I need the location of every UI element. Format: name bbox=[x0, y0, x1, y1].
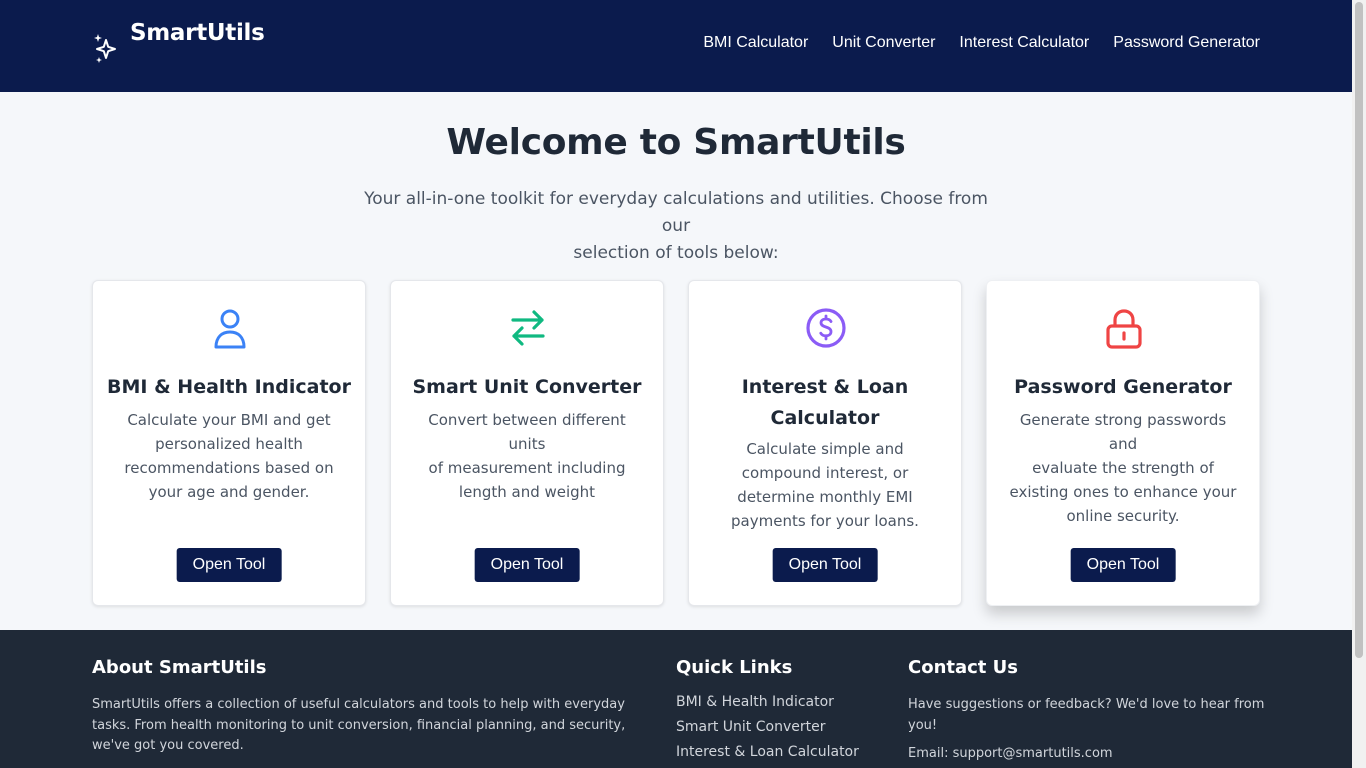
footer-about-line: we've got you covered. bbox=[92, 738, 244, 753]
footer-contact-text: Have suggestions or feedback? We'd love … bbox=[908, 695, 1288, 736]
card-description: Generate strong passwords and evaluate t… bbox=[1007, 408, 1239, 528]
site-header: SmartUtils BMI Calculator Unit Converter… bbox=[0, 0, 1352, 92]
footer-link-bmi[interactable]: BMI & Health Indicator bbox=[676, 694, 834, 710]
footer-contact-email: Email: support@smartutils.com bbox=[908, 746, 1113, 761]
card-description-line: Convert between different units bbox=[428, 411, 626, 453]
page-subtitle-line-1: Your all-in-one toolkit for everyday cal… bbox=[364, 189, 988, 236]
footer-about-text: SmartUtils offers a collection of useful… bbox=[92, 695, 652, 757]
card-title: Smart Unit Converter bbox=[401, 372, 653, 403]
card-title-line: Password Generator bbox=[1014, 376, 1232, 398]
card-title-line: BMI & Health Indicator bbox=[107, 376, 351, 398]
footer-link-item: Interest & Loan Calculator bbox=[676, 741, 859, 766]
user-icon bbox=[214, 309, 246, 349]
card-description-line: recommendations based on bbox=[124, 459, 334, 477]
card-description-line: of measurement including bbox=[428, 459, 626, 477]
site-footer: About SmartUtils SmartUtils offers a col… bbox=[0, 630, 1352, 768]
main-nav: BMI Calculator Unit Converter Interest C… bbox=[703, 34, 1260, 52]
footer-about-heading: About SmartUtils bbox=[92, 657, 267, 678]
page-subtitle-line-2: selection of tools below: bbox=[573, 243, 779, 263]
footer-quick-links: BMI & Health Indicator Smart Unit Conver… bbox=[676, 691, 859, 766]
card-description-line: Calculate simple and bbox=[746, 440, 904, 458]
footer-about-line: tasks. From health monitoring to unit co… bbox=[92, 717, 626, 733]
nav-link-unit-converter[interactable]: Unit Converter bbox=[832, 34, 935, 52]
card-description-line: evaluate the strength of bbox=[1032, 459, 1214, 477]
tool-card-password-generator: Password Generator Generate strong passw… bbox=[986, 280, 1260, 606]
card-description-line: payments for your loans. bbox=[731, 512, 919, 530]
card-title-line: Smart Unit Converter bbox=[412, 376, 642, 398]
brand-logo-link[interactable]: SmartUtils bbox=[92, 20, 265, 66]
tool-card-interest-loan: Interest & Loan Calculator Calculate sim… bbox=[688, 280, 962, 606]
nav-link-interest-calculator[interactable]: Interest Calculator bbox=[959, 34, 1089, 52]
tool-card-unit-converter: Smart Unit Converter Convert between dif… bbox=[390, 280, 664, 606]
card-description-line: existing ones to enhance your bbox=[1009, 483, 1237, 501]
arrows-swap-icon bbox=[511, 310, 545, 346]
card-description: Calculate your BMI and get personalized … bbox=[113, 408, 345, 504]
card-description-line: your age and gender. bbox=[148, 483, 310, 501]
card-title: BMI & Health Indicator bbox=[103, 372, 355, 403]
nav-link-bmi-calculator[interactable]: BMI Calculator bbox=[703, 34, 808, 52]
card-description: Convert between different units of measu… bbox=[411, 408, 643, 504]
card-title: Interest & Loan Calculator bbox=[699, 372, 951, 434]
footer-contact-line: you! bbox=[908, 717, 938, 733]
sparkles-icon bbox=[94, 34, 116, 63]
card-description-line: Calculate your BMI and get bbox=[127, 411, 331, 429]
vertical-scrollbar[interactable] bbox=[1352, 0, 1366, 768]
page-subtitle: Your all-in-one toolkit for everyday cal… bbox=[360, 186, 992, 267]
page-title: Welcome to SmartUtils bbox=[446, 122, 906, 163]
brand-name: SmartUtils bbox=[130, 20, 265, 46]
card-description-line: personalized health bbox=[155, 435, 303, 453]
lock-icon bbox=[1106, 309, 1142, 349]
card-description-line: online security. bbox=[1066, 507, 1180, 525]
page: SmartUtils BMI Calculator Unit Converter… bbox=[0, 0, 1366, 768]
footer-link-item: Smart Unit Converter bbox=[676, 716, 859, 741]
open-tool-button-password-generator[interactable]: Open Tool bbox=[1070, 548, 1176, 582]
footer-contact-heading: Contact Us bbox=[908, 657, 1019, 678]
open-tool-button-interest-loan[interactable]: Open Tool bbox=[772, 548, 878, 582]
card-title-line: Calculator bbox=[770, 407, 880, 429]
footer-link-interest-loan[interactable]: Interest & Loan Calculator bbox=[676, 744, 859, 760]
footer-about-line: SmartUtils offers a collection of useful… bbox=[92, 697, 625, 712]
card-title: Password Generator bbox=[997, 372, 1249, 403]
footer-contact-line: Have suggestions or feedback? We'd love … bbox=[908, 697, 1265, 712]
card-description-line: Generate strong passwords and bbox=[1019, 411, 1227, 453]
footer-quick-links-heading: Quick Links bbox=[676, 657, 793, 678]
card-description-line: length and weight bbox=[458, 483, 596, 501]
open-tool-button-bmi[interactable]: Open Tool bbox=[176, 548, 282, 582]
footer-link-item: BMI & Health Indicator bbox=[676, 691, 859, 716]
tool-card-bmi: BMI & Health Indicator Calculate your BM… bbox=[92, 280, 366, 606]
nav-link-password-generator[interactable]: Password Generator bbox=[1113, 34, 1260, 52]
card-description: Calculate simple and compound interest, … bbox=[709, 437, 941, 533]
open-tool-button-unit-converter[interactable]: Open Tool bbox=[474, 548, 580, 582]
card-title-line: Interest & Loan bbox=[741, 376, 909, 398]
dollar-circle-icon bbox=[806, 308, 846, 348]
scrollbar-thumb[interactable] bbox=[1355, 2, 1363, 658]
card-description-line: compound interest, or bbox=[741, 464, 909, 482]
card-description-line: determine monthly EMI bbox=[737, 488, 913, 506]
footer-link-unit-converter[interactable]: Smart Unit Converter bbox=[676, 719, 825, 735]
